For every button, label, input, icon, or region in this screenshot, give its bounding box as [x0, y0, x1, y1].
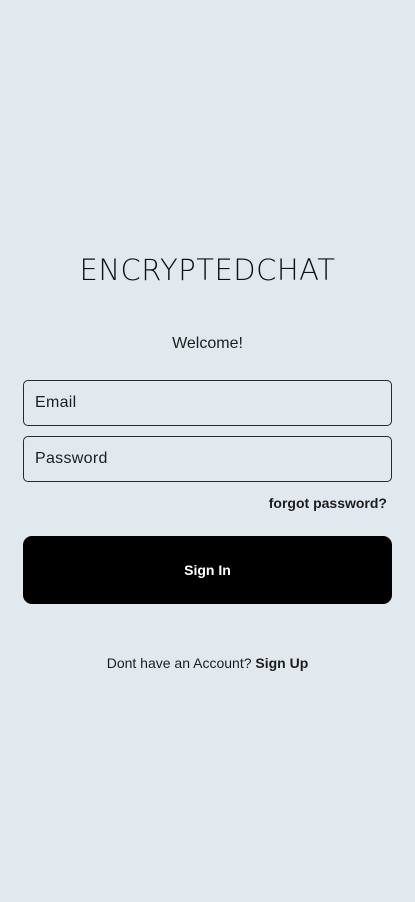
forgot-password-link[interactable]: forgot password?: [269, 494, 387, 512]
app-logo: ENCRYPTEDCHAT: [79, 253, 336, 287]
password-field[interactable]: [23, 436, 392, 482]
signup-prompt-text: Dont have an Account?: [106, 655, 252, 671]
email-field[interactable]: [23, 380, 392, 426]
signup-prompt-row: Dont have an Account? Sign Up: [0, 654, 415, 672]
welcome-heading: Welcome!: [172, 335, 243, 352]
sign-up-link[interactable]: Sign Up: [255, 655, 308, 671]
sign-in-button[interactable]: Sign In: [23, 536, 392, 604]
